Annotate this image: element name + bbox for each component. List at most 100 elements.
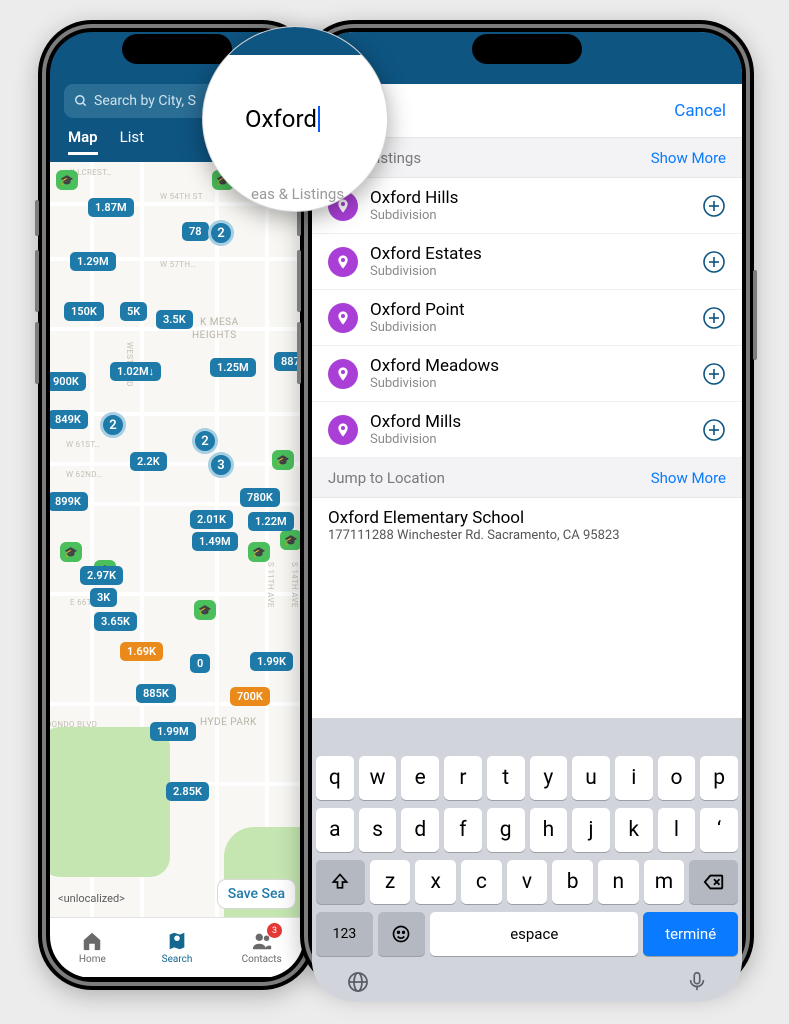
key-m[interactable]: m bbox=[644, 860, 685, 904]
show-more-jump[interactable]: Show More bbox=[651, 469, 726, 487]
key-k[interactable]: k bbox=[615, 808, 653, 852]
key-j[interactable]: j bbox=[572, 808, 610, 852]
emoji-key[interactable] bbox=[378, 912, 425, 956]
school-icon[interactable]: 🎓 bbox=[280, 530, 302, 550]
result-row[interactable]: Oxford Point Subdivision bbox=[312, 290, 742, 346]
add-result-button[interactable] bbox=[702, 250, 726, 274]
school-icon[interactable]: 🎓 bbox=[60, 542, 82, 562]
cancel-button[interactable]: Cancel bbox=[674, 101, 726, 121]
key-b[interactable]: b bbox=[552, 860, 593, 904]
home-icon bbox=[81, 930, 103, 952]
cluster-pin[interactable]: 2 bbox=[192, 428, 218, 454]
key-h[interactable]: h bbox=[530, 808, 568, 852]
school-icon[interactable]: 🎓 bbox=[194, 600, 216, 620]
result-row[interactable]: Oxford Mills Subdivision bbox=[312, 402, 742, 458]
tab-list[interactable]: List bbox=[120, 128, 144, 155]
key-c[interactable]: c bbox=[461, 860, 502, 904]
price-pin[interactable]: 1.02M↓ bbox=[110, 362, 161, 381]
cluster-pin[interactable]: 2 bbox=[208, 220, 234, 246]
school-icon[interactable]: 🎓 bbox=[248, 542, 270, 562]
price-pin[interactable]: 700K bbox=[230, 687, 270, 706]
key-d[interactable]: d bbox=[401, 808, 439, 852]
price-pin[interactable]: 780K bbox=[240, 488, 280, 507]
tab-contacts[interactable]: 3 Contacts bbox=[219, 918, 304, 977]
map-canvas[interactable]: K MESA HEIGHTS HYDE PARK ILLCREST… W 54T… bbox=[50, 162, 304, 917]
key-o[interactable]: o bbox=[658, 756, 696, 800]
key-n[interactable]: n bbox=[598, 860, 639, 904]
keyboard: qwertyuiop asdfghjkl‘ zxcvbnm 123 espace… bbox=[312, 718, 742, 1002]
key-w[interactable]: w bbox=[359, 756, 397, 800]
add-result-button[interactable] bbox=[702, 418, 726, 442]
cluster-pin[interactable]: 3 bbox=[208, 452, 234, 478]
key-‘[interactable]: ‘ bbox=[700, 808, 738, 852]
price-pin[interactable]: 2.2K bbox=[130, 452, 167, 471]
key-q[interactable]: q bbox=[316, 756, 354, 800]
price-pin[interactable]: 899K bbox=[50, 492, 88, 511]
price-pin[interactable]: 849K bbox=[50, 410, 88, 429]
area-label: HYDE PARK bbox=[200, 717, 257, 728]
price-pin[interactable]: 1.25M bbox=[210, 358, 256, 377]
key-g[interactable]: g bbox=[487, 808, 525, 852]
shift-key[interactable] bbox=[316, 860, 365, 904]
key-l[interactable]: l bbox=[658, 808, 696, 852]
keyboard-suggestions[interactable] bbox=[316, 724, 738, 756]
school-icon[interactable]: 🎓 bbox=[56, 170, 78, 190]
price-pin[interactable]: 150K bbox=[64, 302, 104, 321]
price-pin[interactable]: 2.01K bbox=[190, 510, 233, 529]
space-key[interactable]: espace bbox=[430, 912, 638, 956]
price-pin[interactable]: 900K bbox=[50, 372, 86, 391]
done-key[interactable]: terminé bbox=[643, 912, 738, 956]
key-u[interactable]: u bbox=[572, 756, 610, 800]
key-a[interactable]: a bbox=[316, 808, 354, 852]
price-pin[interactable]: 2.85K bbox=[166, 782, 209, 801]
price-pin[interactable]: 1.99M bbox=[150, 722, 196, 741]
key-r[interactable]: r bbox=[444, 756, 482, 800]
key-t[interactable]: t bbox=[487, 756, 525, 800]
price-pin[interactable]: 3.5K bbox=[156, 310, 193, 329]
key-e[interactable]: e bbox=[401, 756, 439, 800]
add-result-button[interactable] bbox=[702, 194, 726, 218]
key-p[interactable]: p bbox=[700, 756, 738, 800]
price-pin[interactable]: 1.69K bbox=[120, 642, 163, 661]
price-pin[interactable]: 78 bbox=[182, 222, 209, 241]
backspace-key[interactable] bbox=[689, 860, 738, 904]
price-pin[interactable]: 1.99K bbox=[250, 652, 293, 671]
school-icon[interactable]: 🎓 bbox=[272, 450, 294, 470]
section-jump-label: Jump to Location bbox=[328, 469, 445, 487]
price-pin[interactable]: 5K bbox=[120, 302, 147, 321]
price-pin[interactable]: 2.97K bbox=[80, 566, 123, 585]
key-x[interactable]: x bbox=[415, 860, 456, 904]
tab-search[interactable]: Search bbox=[135, 918, 220, 977]
symbols-key[interactable]: 123 bbox=[316, 912, 373, 956]
result-row[interactable]: Oxford Meadows Subdivision bbox=[312, 346, 742, 402]
price-pin[interactable]: 1.87M bbox=[88, 198, 134, 217]
show-more-areas[interactable]: Show More bbox=[651, 149, 726, 167]
key-f[interactable]: f bbox=[444, 808, 482, 852]
price-pin[interactable]: 0 bbox=[190, 654, 210, 673]
key-i[interactable]: i bbox=[615, 756, 653, 800]
tab-map[interactable]: Map bbox=[68, 128, 98, 155]
price-pin[interactable]: 3K bbox=[90, 588, 117, 607]
tab-home[interactable]: Home bbox=[50, 918, 135, 977]
location-title: Oxford Elementary School bbox=[328, 508, 726, 528]
location-result[interactable]: Oxford Elementary School 177111288 Winch… bbox=[312, 498, 742, 553]
add-result-button[interactable] bbox=[702, 306, 726, 330]
key-v[interactable]: v bbox=[507, 860, 548, 904]
save-search-button[interactable]: Save Sea bbox=[217, 879, 296, 909]
mic-icon[interactable] bbox=[686, 970, 708, 992]
text-caret bbox=[318, 106, 320, 132]
globe-icon[interactable] bbox=[346, 970, 370, 994]
cluster-pin[interactable]: 2 bbox=[100, 412, 126, 438]
add-result-button[interactable] bbox=[702, 362, 726, 386]
key-s[interactable]: s bbox=[359, 808, 397, 852]
result-title: Oxford Mills bbox=[370, 412, 461, 432]
price-pin[interactable]: 1.29M bbox=[70, 252, 116, 271]
price-pin[interactable]: 885K bbox=[136, 684, 176, 703]
key-y[interactable]: y bbox=[530, 756, 568, 800]
price-pin[interactable]: 3.65K bbox=[94, 612, 137, 631]
price-pin[interactable]: 1.22M bbox=[248, 512, 294, 531]
magnified-query: Oxford bbox=[245, 105, 317, 133]
key-z[interactable]: z bbox=[370, 860, 411, 904]
result-row[interactable]: Oxford Estates Subdivision bbox=[312, 234, 742, 290]
price-pin[interactable]: 1.49M bbox=[192, 532, 238, 551]
